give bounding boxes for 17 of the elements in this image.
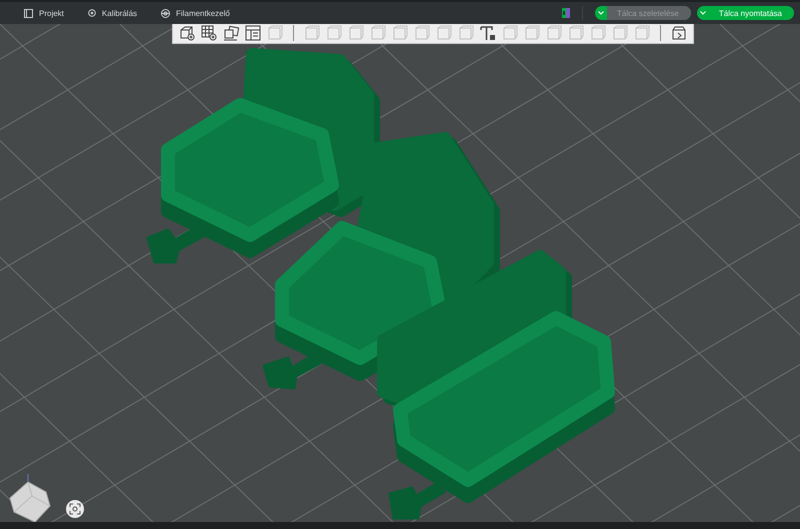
chevron-down-icon [598, 11, 604, 15]
target-icon [88, 9, 96, 17]
chevron-down-icon [700, 11, 706, 15]
images-icon[interactable] [223, 25, 239, 41]
cube-plus-icon[interactable] [179, 25, 195, 41]
menu-item[interactable]: Filamentkezelő [161, 8, 230, 18]
spool-icon [161, 8, 170, 18]
focus-icon [69, 503, 81, 515]
box-arrow-icon[interactable] [671, 25, 687, 41]
document-icon [24, 8, 33, 18]
menu-item[interactable]: Kalibrálás [88, 8, 138, 18]
panel-icon[interactable] [245, 25, 261, 41]
text-tool-icon[interactable] [480, 25, 496, 41]
menu-item[interactable]: Projekt [24, 8, 64, 18]
plate-icon[interactable] [562, 8, 570, 18]
fit-view-button[interactable] [66, 500, 84, 518]
grid-plus-icon[interactable] [201, 25, 217, 41]
